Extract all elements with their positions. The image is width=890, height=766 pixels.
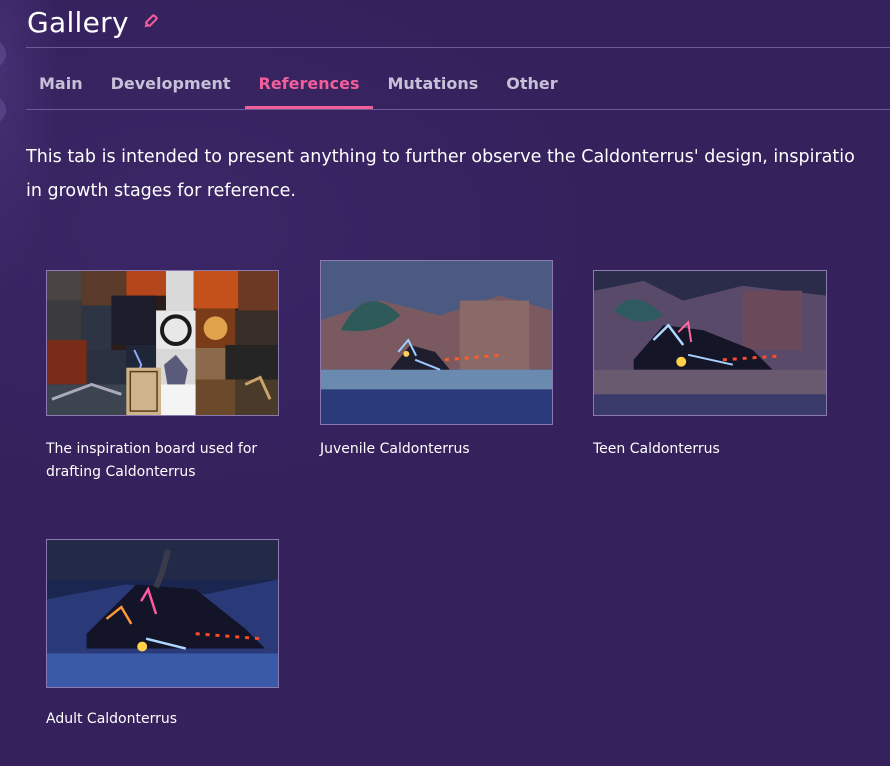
- gallery-item-juvenile[interactable]: Juvenile Caldonterrus: [320, 260, 560, 470]
- gallery-item-adult[interactable]: Adult Caldonterrus: [46, 539, 286, 739]
- gallery-thumbnail[interactable]: [593, 270, 827, 416]
- gallery-page: Gallery Main Development References Muta…: [0, 0, 890, 766]
- caption-line: Teen Caldonterrus: [593, 441, 720, 457]
- tab-mutations[interactable]: Mutations: [373, 62, 492, 106]
- gallery-caption: Juvenile Caldonterrus: [320, 438, 470, 461]
- tab-bar: Main Development References Mutations Ot…: [25, 62, 572, 109]
- gallery-caption: The inspiration board used for drafting …: [46, 438, 257, 484]
- tab-label: References: [258, 74, 360, 93]
- tab-development[interactable]: Development: [97, 62, 245, 106]
- title-row: Gallery: [27, 2, 159, 42]
- intro-line: in growth stages for reference.: [26, 181, 296, 201]
- caption-line: Juvenile Caldonterrus: [320, 441, 470, 457]
- intro-text: This tab is intended to present anything…: [26, 140, 890, 208]
- page-title: Gallery: [27, 5, 129, 39]
- gallery-thumbnail[interactable]: [46, 270, 279, 416]
- tab-label: Development: [110, 74, 231, 93]
- gallery-thumbnail[interactable]: [320, 260, 553, 425]
- gallery-item-inspiration-board[interactable]: The inspiration board used for drafting …: [46, 270, 286, 490]
- tab-other[interactable]: Other: [492, 62, 571, 106]
- tab-label: Main: [39, 74, 83, 93]
- tab-main[interactable]: Main: [25, 62, 97, 106]
- caption-line: The inspiration board used for: [46, 441, 258, 457]
- intro-line: This tab is intended to present anything…: [26, 147, 855, 167]
- gallery-thumbnail[interactable]: [46, 539, 279, 688]
- caption-line: drafting Caldonterrus: [46, 464, 196, 480]
- background-decoration: [0, 40, 6, 68]
- pencil-icon[interactable]: [141, 13, 159, 31]
- gallery-item-teen[interactable]: Teen Caldonterrus: [593, 270, 833, 470]
- tab-references[interactable]: References: [244, 62, 374, 109]
- tab-label: Mutations: [387, 74, 479, 93]
- tabs-divider: [26, 109, 890, 110]
- header-divider: [26, 47, 890, 48]
- tab-label: Other: [506, 74, 558, 93]
- caption-line: Adult Caldonterrus: [46, 711, 178, 727]
- gallery-caption: Adult Caldonterrus: [46, 708, 177, 731]
- gallery-caption: Teen Caldonterrus: [593, 438, 720, 461]
- background-decoration: [0, 96, 6, 124]
